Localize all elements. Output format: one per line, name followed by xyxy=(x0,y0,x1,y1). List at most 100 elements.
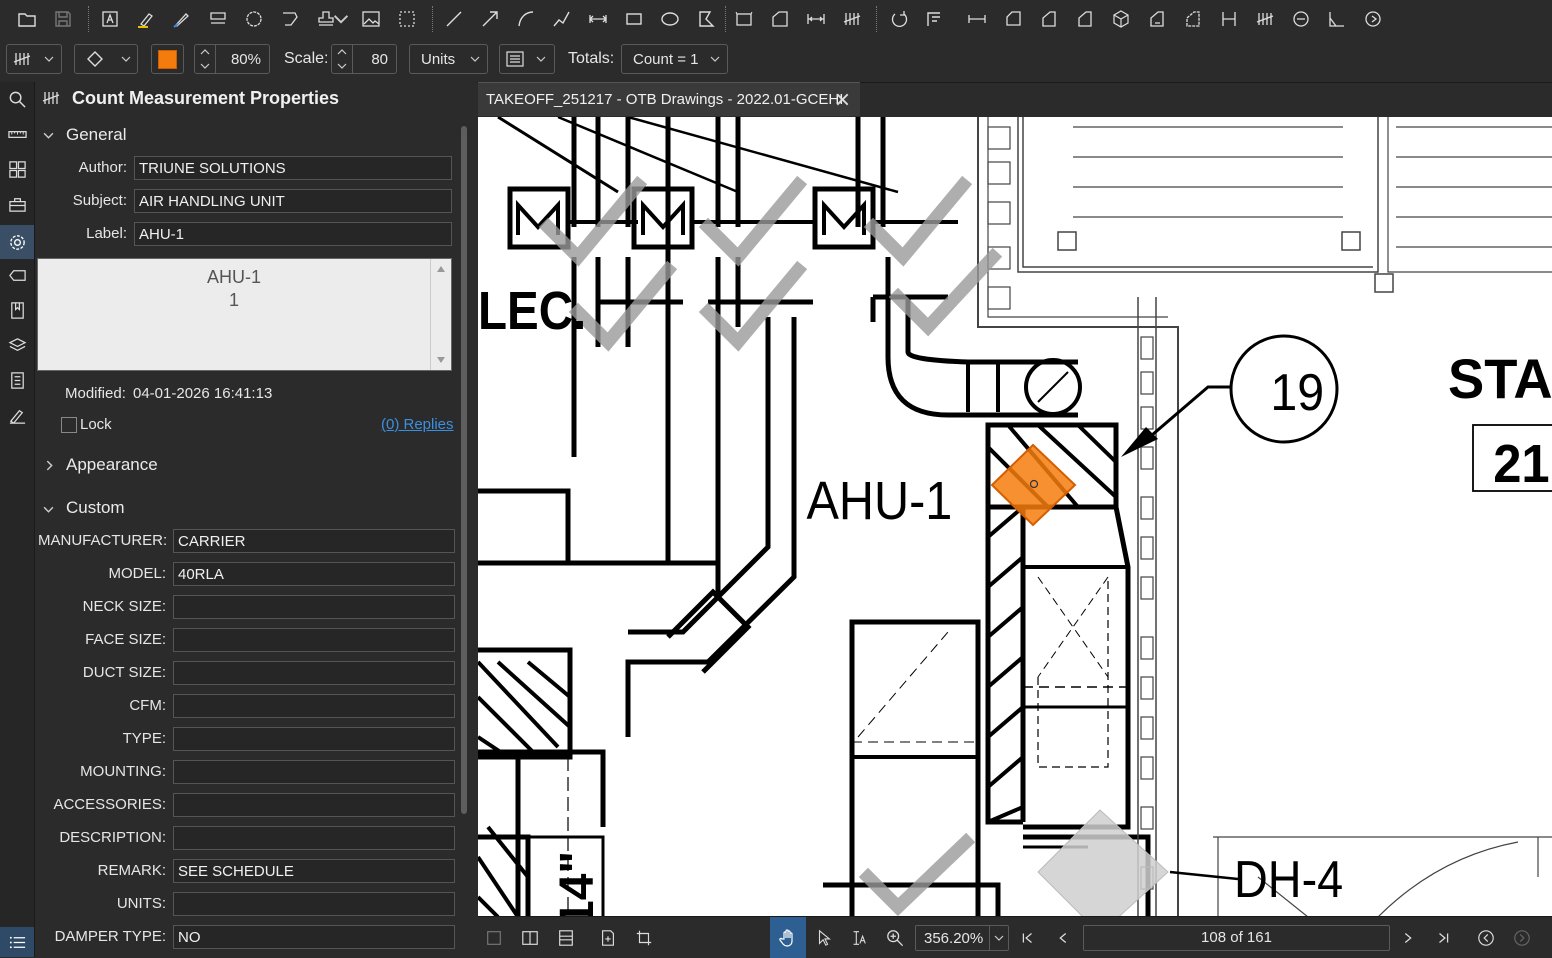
custom-section-header[interactable]: Custom xyxy=(66,498,125,518)
text-box-icon[interactable] xyxy=(97,6,123,32)
opacity-value[interactable]: 80% xyxy=(216,51,269,68)
chevron-up-icon[interactable] xyxy=(200,47,210,57)
units-dropdown[interactable]: Units xyxy=(409,44,488,74)
replies-link[interactable]: (0) Replies xyxy=(381,416,454,433)
polygon-cloud-icon[interactable] xyxy=(241,6,267,32)
opacity-stepper[interactable]: 80% xyxy=(194,44,270,74)
polygon-icon[interactable] xyxy=(693,6,719,32)
radius-measure-icon[interactable] xyxy=(964,6,990,32)
ruler-icon[interactable] xyxy=(4,121,30,147)
preview-scrollbar[interactable] xyxy=(430,259,451,370)
panel-scrollbar[interactable] xyxy=(458,112,471,957)
clip-icon[interactable] xyxy=(1360,6,1386,32)
cfm-field[interactable] xyxy=(173,694,455,718)
select-text-icon[interactable] xyxy=(848,927,870,949)
previous-page-icon[interactable] xyxy=(1052,927,1074,949)
author-field[interactable]: TRIUNE SOLUTIONS xyxy=(134,156,452,180)
layers-icon[interactable] xyxy=(4,332,30,358)
units-field[interactable] xyxy=(173,892,455,916)
area-measure-icon[interactable] xyxy=(767,6,793,32)
bookmarks-icon[interactable] xyxy=(4,297,30,323)
description-field[interactable] xyxy=(173,826,455,850)
volume-measure-icon[interactable] xyxy=(1036,6,1062,32)
zoom-icon[interactable] xyxy=(884,927,906,949)
totals-dropdown[interactable]: Count = 1 xyxy=(621,44,728,74)
pan-tool-button[interactable] xyxy=(770,917,806,958)
wall-area-icon[interactable] xyxy=(1072,6,1098,32)
cube-icon[interactable] xyxy=(1108,6,1134,32)
cutout-icon[interactable] xyxy=(1144,6,1170,32)
polyline-icon[interactable] xyxy=(549,6,575,32)
toolchest-icon[interactable] xyxy=(4,191,30,217)
first-page-icon[interactable] xyxy=(1016,927,1038,949)
document-tab[interactable]: TAKEOFF_251217 - OTB Drawings - 2022.01-… xyxy=(478,82,860,116)
last-page-icon[interactable] xyxy=(1433,927,1455,949)
line-icon[interactable] xyxy=(441,6,467,32)
select-arrow-icon[interactable] xyxy=(813,927,835,949)
markups-list-icon[interactable] xyxy=(4,367,30,393)
document-canvas[interactable]: LEC. AHU-1 19 STAIR 21 DH-4 14" xyxy=(478,117,1552,916)
callout-icon[interactable] xyxy=(205,6,231,32)
label-field[interactable]: AHU-1 xyxy=(134,222,452,246)
scroll-up-icon[interactable] xyxy=(436,264,446,274)
two-page-icon[interactable] xyxy=(519,927,541,949)
rectangle-icon[interactable] xyxy=(621,6,647,32)
damper-type-field[interactable]: NO xyxy=(173,925,455,949)
tally-icon[interactable] xyxy=(1252,6,1278,32)
accessories-field[interactable] xyxy=(173,793,455,817)
ellipse-icon[interactable] xyxy=(657,6,683,32)
chevron-right-icon[interactable] xyxy=(44,458,55,475)
fill-color-button[interactable] xyxy=(151,44,184,74)
length-measure-icon[interactable] xyxy=(731,6,757,32)
model-field[interactable]: 40RLA xyxy=(173,562,455,586)
chevron-down-icon[interactable] xyxy=(200,61,210,71)
manufacturer-field[interactable]: CARRIER xyxy=(173,529,455,553)
shape-icon[interactable] xyxy=(277,6,303,32)
save-icon[interactable] xyxy=(50,6,76,32)
target-icon[interactable] xyxy=(1288,6,1314,32)
face-size-field[interactable] xyxy=(173,628,455,652)
duct-size-field[interactable] xyxy=(173,661,455,685)
single-page-icon[interactable] xyxy=(483,927,505,949)
area-cutout-icon[interactable] xyxy=(1180,6,1206,32)
dimension-icon[interactable] xyxy=(585,6,611,32)
stepper-arrows[interactable] xyxy=(195,45,216,73)
scroll-down-icon[interactable] xyxy=(436,355,446,365)
document-tab-title[interactable]: TAKEOFF_251217 - OTB Drawings - 2022.01-… xyxy=(486,91,843,108)
rotate-measure-icon[interactable] xyxy=(886,6,912,32)
symbol-dropdown[interactable] xyxy=(74,44,138,74)
appearance-section-header[interactable]: Appearance xyxy=(66,455,158,475)
neck-size-field[interactable] xyxy=(173,595,455,619)
back-view-icon[interactable] xyxy=(1475,927,1497,949)
list-icon[interactable] xyxy=(0,927,34,957)
page-number-field[interactable]: 108 of 161 xyxy=(1083,925,1390,951)
subject-field[interactable]: AIR HANDLING UNIT xyxy=(134,189,452,213)
chevron-down-icon[interactable] xyxy=(333,6,349,32)
snapshot-icon[interactable] xyxy=(394,6,420,32)
crop-page-icon[interactable] xyxy=(633,927,655,949)
angle-measure-icon[interactable] xyxy=(1000,6,1026,32)
tag-icon[interactable] xyxy=(4,262,30,288)
remark-field[interactable]: SEE SCHEDULE xyxy=(173,859,455,883)
text-align-dropdown[interactable] xyxy=(499,44,555,74)
type-field[interactable] xyxy=(173,727,455,751)
next-page-icon[interactable] xyxy=(1397,927,1419,949)
forward-view-icon[interactable] xyxy=(1511,927,1533,949)
properties-gear-icon[interactable] xyxy=(0,225,34,259)
search-icon[interactable] xyxy=(4,86,30,112)
stepper-arrows[interactable] xyxy=(332,45,353,73)
scale-value[interactable]: 80 xyxy=(353,51,396,68)
calibrate-icon[interactable] xyxy=(1324,6,1350,32)
diameter-measure-icon[interactable] xyxy=(922,6,948,32)
zoom-combobox[interactable]: 356.20% xyxy=(915,925,1009,951)
chevron-down-icon[interactable] xyxy=(337,61,347,71)
image-icon[interactable] xyxy=(358,6,384,32)
count-measure-icon[interactable] xyxy=(839,6,865,32)
markup-text-preview[interactable]: AHU-1 1 xyxy=(37,258,452,371)
perimeter-measure-icon[interactable] xyxy=(803,6,829,32)
chevron-up-icon[interactable] xyxy=(337,47,347,57)
arrow-icon[interactable] xyxy=(477,6,503,32)
chevron-down-icon[interactable] xyxy=(43,502,54,519)
insert-page-icon[interactable] xyxy=(597,927,619,949)
chevron-down-icon[interactable] xyxy=(43,128,54,145)
